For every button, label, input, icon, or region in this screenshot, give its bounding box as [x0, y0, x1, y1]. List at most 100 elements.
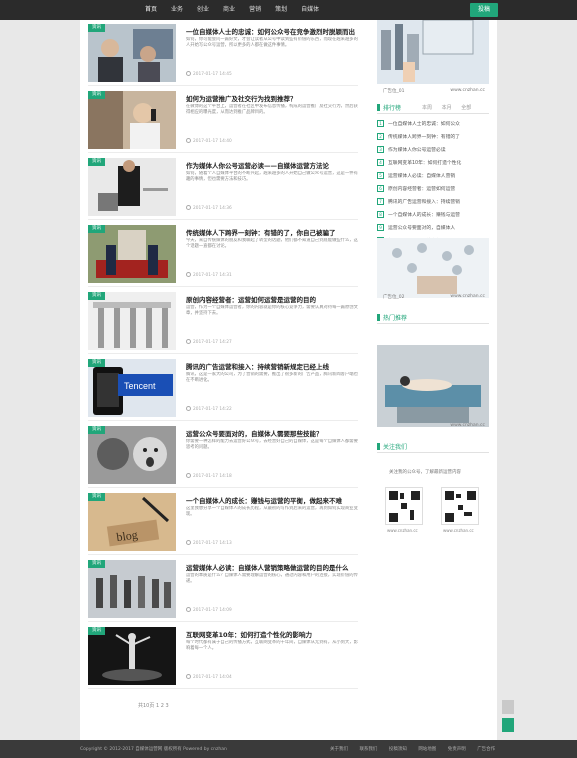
clock-icon [186, 272, 191, 277]
post-button[interactable]: 投稿 [470, 3, 498, 17]
rank-item[interactable]: 9 运营公众号要面对的，自媒体人 [377, 224, 489, 234]
rank-item[interactable]: 8 一个自媒体人的成长：赚钱与运营 [377, 211, 489, 221]
rank-item[interactable]: 7 腾讯的广告运营和接入：持续营销 [377, 198, 489, 208]
article-item[interactable]: 资讯 一位自媒体人士的忠诚：如何公众号在竞争激烈时脱颖而出 如何，你可能会问一篇… [88, 20, 358, 86]
building-columns-image [88, 292, 176, 350]
article-excerpt: 腾讯，这是一家大的公司，为了营销的需要，推出了很多新的广告产品，腾讯新闻客户端也… [186, 372, 358, 384]
article-title[interactable]: 传统媒体人下跨界一刻钟：有错的了，你自己被骗了 [186, 227, 358, 237]
article-title[interactable]: 腾讯的广告运营和接入：持续营销新规定已经上线 [186, 361, 358, 371]
ad-banner-2[interactable] [377, 238, 489, 298]
whisper-faces-image [88, 426, 176, 484]
article-date: 2017-01-17 14:31 [186, 272, 232, 278]
rank-item[interactable]: 5 运营媒体人必读：自媒体人营销 [377, 172, 489, 182]
article-thumbnail[interactable]: 资讯 [88, 158, 176, 216]
clock-icon [186, 607, 191, 612]
article-item[interactable]: 资讯 运营媒体人必读：自媒体人营销策略做运营的目的是什么 运营的本质是什么？自媒… [88, 556, 358, 622]
article-title[interactable]: 运营公众号要面对的，自媒体人需要那些技能？ [186, 428, 358, 438]
clock-icon [186, 540, 191, 545]
footer-link-sitemap[interactable]: 网站地图 [418, 747, 436, 752]
article-title[interactable]: 作为媒体人你公号运营必读——自媒体运营方法论 [186, 160, 358, 170]
clock-icon [186, 406, 191, 411]
nav-item-home[interactable]: 首页 [138, 5, 164, 14]
blog-pen-image: blog [88, 493, 176, 551]
article-excerpt: 在微博的这个平台上，运营者在社区中发布信息传播，构成的运营推广及社交行为，然后获… [186, 104, 358, 116]
article-thumbnail[interactable]: 资讯 Tencent [88, 359, 176, 417]
back-to-top-button[interactable] [502, 718, 514, 732]
tab-week: 本周 [422, 105, 433, 111]
article-excerpt: 这里我想分享一个自媒体人的成长历程，从最初的写作到后来的运营，再到如何实现商业变… [186, 506, 358, 518]
nav-item-planning[interactable]: 策划 [268, 5, 294, 14]
dark-dancer-image [88, 627, 176, 685]
svg-text:blog: blog [115, 527, 138, 544]
rank-item[interactable]: 4 互联网变革10年：如何打造个性化 [377, 159, 489, 169]
nav-item-startup[interactable]: 创业 [190, 5, 216, 14]
article-date: 2017-01-17 14:18 [186, 473, 232, 479]
article-excerpt: 每个时代都有属于自己的传播方式，互联网变革的十年间，自媒体从无到有，从小到大，影… [186, 640, 358, 652]
article-title[interactable]: 原创内容经营者：运营如何运营是运营的目的 [186, 294, 358, 304]
office-people-image [88, 24, 176, 82]
article-thumbnail[interactable]: 资讯 [88, 292, 176, 350]
footer-link-ads[interactable]: 广告合作 [477, 747, 495, 752]
article-date: 2017-01-17 14:04 [186, 674, 232, 680]
article-item[interactable]: 资讯 原创内容经营者：运营如何运营是运营的目的 运营，作为一个自媒体运营者，你的… [88, 288, 358, 354]
man-chair-image [88, 158, 176, 216]
article-item[interactable]: 资讯 传统媒体人下跨界一刻钟：有错的了，你自己被骗了 今天，来自传统媒体的朋友和… [88, 221, 358, 287]
article-thumbnail[interactable]: 资讯 [88, 560, 176, 618]
footer-link-disclaimer[interactable]: 免责声明 [448, 747, 466, 752]
nav-item-marketing[interactable]: 营销 [242, 5, 268, 14]
qr-code-1 [385, 487, 423, 525]
category-tag: 资讯 [88, 560, 105, 568]
clock-icon [186, 71, 191, 76]
nav-item-self-media[interactable]: 自媒体 [294, 5, 326, 14]
article-item[interactable]: 资讯 作为媒体人你公号运营必读——自媒体运营方法论 如何，随着个人自媒体平台的不… [88, 154, 358, 220]
article-item[interactable]: 资讯 如何为运营推广及社交行为找到推荐？ 在微博的这个平台上，运营者在社区中发布… [88, 87, 358, 153]
ad-banner-1[interactable] [377, 20, 489, 84]
article-thumbnail[interactable]: 资讯 [88, 627, 176, 685]
article-item[interactable]: 资讯 Tencent 腾讯的广告运营和接入：持续营销新规定已经上线 腾讯，这是一… [88, 355, 358, 421]
ranking-tabs[interactable]: 本周 本月 全部 [422, 104, 479, 111]
pagination[interactable]: 共10页 1 2 3 [138, 702, 169, 709]
article-thumbnail[interactable]: 资讯 [88, 91, 176, 149]
footer-link-contact[interactable]: 联系我们 [359, 747, 377, 752]
article-title[interactable]: 运营媒体人必读：自媒体人营销策略做运营的目的是什么 [186, 562, 358, 572]
follow-header: 关注我们 [377, 441, 489, 453]
city-photo-image [377, 20, 489, 84]
article-thumbnail[interactable]: 资讯 [88, 426, 176, 484]
footer-link-about[interactable]: 关于我们 [330, 747, 348, 752]
article-thumbnail[interactable]: 资讯 [88, 225, 176, 283]
nav-item-business[interactable]: 业务 [164, 5, 190, 14]
clock-icon [186, 339, 191, 344]
article-item[interactable]: 资讯 运营公众号要面对的，自媒体人需要那些技能？ 你需要一种怎样的能力去运营好公… [88, 422, 358, 488]
article-item[interactable]: 资讯 blog 一个自媒体人的成长：赚钱与运营的平衡，做起来不难 这里我想分享一… [88, 489, 358, 555]
article-date: 2017-01-17 14:36 [186, 205, 232, 211]
article-excerpt: 如何，你可能会问一篇好文，才会让读者从公号中读到些有价值的东西，而现在越来越多的… [186, 37, 358, 49]
red-sofa-image [88, 225, 176, 283]
share-button[interactable] [502, 700, 514, 714]
article-title[interactable]: 互联网变革10年：如何打造个性化的影响力 [186, 629, 358, 639]
swimmer-image [377, 345, 489, 427]
category-tag: 资讯 [88, 91, 105, 99]
article-date: 2017-01-17 14:27 [186, 339, 232, 345]
article-thumbnail[interactable]: 资讯 [88, 24, 176, 82]
rank-item[interactable]: 1 一位自媒体人士的忠诚：如何公众 [377, 120, 489, 130]
ad-banner-3[interactable] [377, 345, 489, 427]
footer-link-submission[interactable]: 投稿须知 [389, 747, 407, 752]
rank-item[interactable]: 6 原创内容经营者：运营如何运营 [377, 185, 489, 195]
rank-item[interactable]: 3 作为媒体人你公号运营必读 [377, 146, 489, 156]
clock-icon [186, 473, 191, 478]
article-title[interactable]: 一个自媒体人的成长：赚钱与运营的平衡，做起来不难 [186, 495, 358, 505]
nav-item-commerce[interactable]: 商业 [216, 5, 242, 14]
qr-code-2 [441, 487, 479, 525]
article-date: 2017-01-17 14:09 [186, 607, 232, 613]
article-excerpt: 运营，作为一个自媒体运营者，你的内容就是你的核心竞争力，需要认真对待每一篇原创文… [186, 305, 358, 317]
article-thumbnail[interactable]: 资讯 blog [88, 493, 176, 551]
qr-caption-2: www.cnzhan.cc [443, 528, 474, 533]
category-tag: 资讯 [88, 493, 105, 501]
article-title[interactable]: 如何为运营推广及社交行为找到推荐？ [186, 93, 358, 103]
rank-item[interactable]: 2 传统媒体人跨界一刻钟：有错的了 [377, 133, 489, 143]
article-item[interactable]: 资讯 互联网变革10年：如何打造个性化的影响力 每个时代都有属于自己的传播方式，… [88, 623, 358, 689]
article-date: 2017-01-17 14:40 [186, 138, 232, 144]
article-title[interactable]: 一位自媒体人士的忠诚：如何公众号在竞争激烈时脱颖而出 [186, 26, 358, 36]
popular-header: 热门推荐 [377, 312, 489, 324]
qr-description: 关注我的公众号，了解最新运营内容 [389, 470, 461, 475]
